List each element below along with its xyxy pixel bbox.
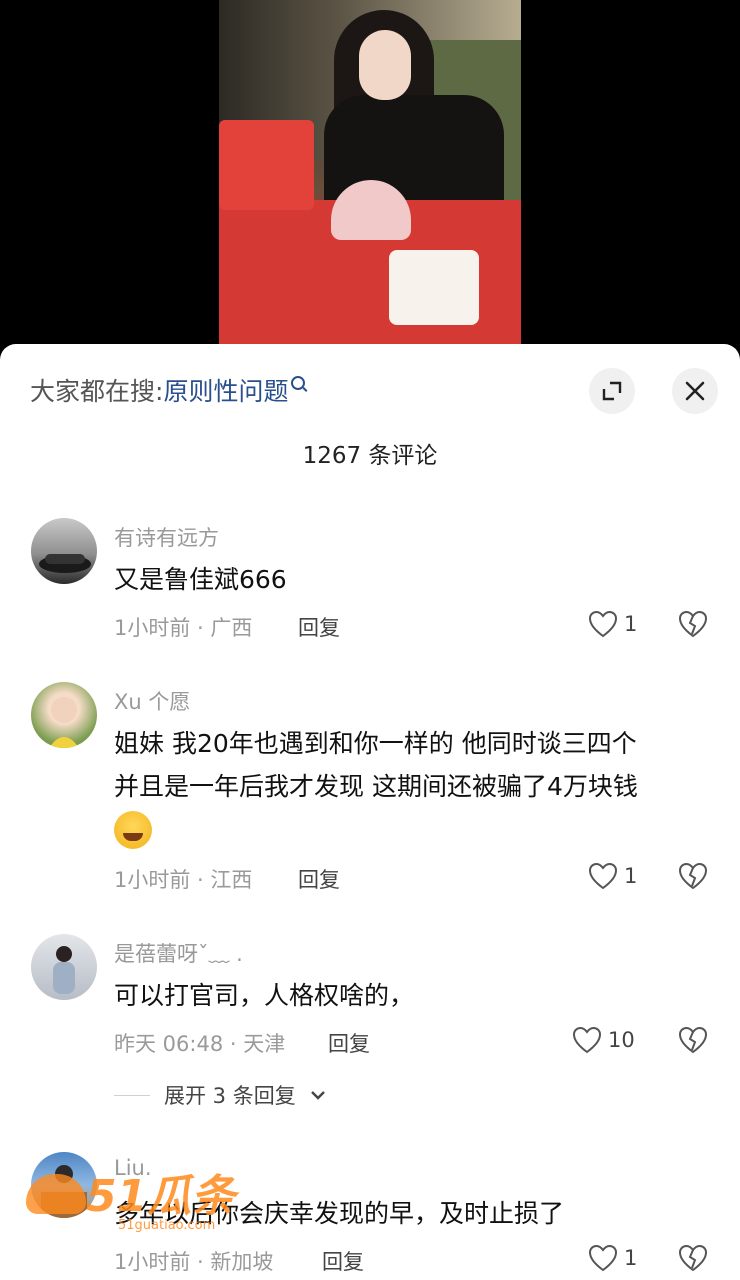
comment-username[interactable]: 是蓓蕾呀ˇ﹏ . <box>114 938 243 968</box>
comment-text-line: 姐妹 我20年也遇到和你一样的 他同时谈三四个 <box>114 729 637 758</box>
reply-button[interactable]: 回复 <box>298 612 340 642</box>
dislike-button[interactable] <box>678 1244 708 1276</box>
expand-icon <box>602 381 622 401</box>
search-term-link[interactable]: 原则性问题 <box>163 372 288 408</box>
video-person-face <box>359 30 411 100</box>
close-button[interactable] <box>672 368 718 414</box>
expand-replies-label: 展开 3 条回复 <box>164 1084 296 1108</box>
avatar[interactable] <box>31 518 97 584</box>
broken-heart-icon <box>678 610 708 638</box>
comment-time-location: 1小时前 · 新加坡 <box>114 1250 274 1274</box>
search-prefix: 大家都在搜: <box>30 377 164 406</box>
reply-button[interactable]: 回复 <box>322 1246 364 1276</box>
crying-laugh-emoji-icon <box>114 810 152 849</box>
like-button[interactable]: 10 <box>572 1026 635 1054</box>
trending-search[interactable]: 大家都在搜: 原则性问题 <box>30 372 306 408</box>
divider-line <box>114 1094 150 1096</box>
like-button[interactable]: 1 <box>588 1244 637 1272</box>
expand-button[interactable] <box>589 368 635 414</box>
broken-heart-icon <box>678 1244 708 1272</box>
avatar-portrait-image <box>49 697 79 748</box>
dislike-button[interactable] <box>678 1026 708 1058</box>
like-button[interactable]: 1 <box>588 610 637 638</box>
comment-username[interactable]: Xu 个愿 <box>114 686 190 716</box>
heart-icon <box>588 862 618 890</box>
comment-text: 姐妹 我20年也遇到和你一样的 他同时谈三四个 并且是一年后我才发现 这期间还被… <box>114 722 714 851</box>
chevron-down-icon <box>310 1091 325 1100</box>
avatar[interactable] <box>31 682 97 748</box>
like-count: 1 <box>624 612 638 636</box>
comment-time-location: 1小时前 · 江西 <box>114 868 253 892</box>
video-birthday-sign <box>219 120 314 210</box>
avatar-photo-image <box>41 1165 87 1218</box>
comments-sheet: 大家都在搜: 原则性问题 1267 条评论 有诗有远方 又是鲁佳斌666 1小时… <box>0 344 740 1280</box>
avatar-car-image <box>39 554 91 573</box>
heart-icon <box>572 1026 602 1054</box>
video-player[interactable] <box>219 0 521 345</box>
comment-time-location: 昨天 06:48 · 天津 <box>114 1032 286 1056</box>
comment-username[interactable]: 有诗有远方 <box>114 522 219 552</box>
heart-icon <box>588 1244 618 1272</box>
dislike-button[interactable] <box>678 610 708 642</box>
avatar-portrait-image <box>53 946 75 994</box>
avatar[interactable] <box>31 1152 97 1218</box>
reply-button[interactable]: 回复 <box>298 864 340 894</box>
comment-text: 可以打官司，人格权啥的， <box>114 981 415 1010</box>
reply-button[interactable]: 回复 <box>328 1028 370 1058</box>
comment-text: 多年以后你会庆幸发现的早，及时止损了 <box>114 1199 565 1228</box>
like-button[interactable]: 1 <box>588 862 637 890</box>
broken-heart-icon <box>678 862 708 890</box>
like-count: 10 <box>608 1028 635 1052</box>
like-count: 1 <box>624 1246 638 1270</box>
broken-heart-icon <box>678 1026 708 1054</box>
close-icon <box>685 381 705 401</box>
comment-time-location: 1小时前 · 广西 <box>114 616 253 640</box>
heart-icon <box>588 610 618 638</box>
expand-replies-button[interactable]: 展开 3 条回复 <box>114 1080 326 1110</box>
like-count: 1 <box>624 864 638 888</box>
search-icon <box>291 376 306 390</box>
avatar[interactable] <box>31 934 97 1000</box>
comment-count: 1267 条评论 <box>302 443 438 469</box>
comment-username[interactable]: Liu. <box>114 1156 152 1180</box>
comment-text: 又是鲁佳斌666 <box>114 565 287 594</box>
dislike-button[interactable] <box>678 862 708 894</box>
comment-text-line: 并且是一年后我才发现 这期间还被骗了4万块钱 <box>114 772 638 801</box>
video-panda-card <box>389 250 479 325</box>
